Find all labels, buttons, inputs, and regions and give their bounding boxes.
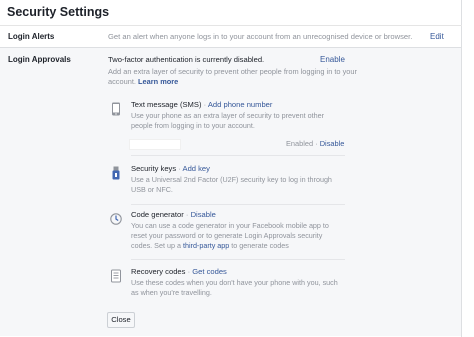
- add-key-link[interactable]: Add key: [183, 164, 210, 173]
- code-generator-description: You can use a code generator in your Fac…: [131, 221, 343, 251]
- method-divider: [131, 155, 345, 156]
- two-factor-status: Two-factor authentication is currently d…: [108, 55, 265, 64]
- right-margin: [463, 0, 474, 337]
- security-keys-title: Security keys: [131, 164, 177, 173]
- separator-dot: ·: [185, 210, 189, 219]
- code-generator-description-tail: to generate codes: [231, 241, 289, 250]
- method-divider: [131, 259, 345, 260]
- method-divider: [131, 204, 345, 205]
- security-keys-description: Use a Universal 2nd Factor (U2F) securit…: [131, 175, 332, 194]
- learn-more-link[interactable]: Learn more: [138, 77, 178, 86]
- recovery-codes-icon: [111, 269, 121, 283]
- close-button[interactable]: Close: [107, 312, 135, 328]
- sms-description: Use your phone as an extra layer of secu…: [131, 111, 324, 130]
- security-keys-heading: Security keys · Add key: [131, 164, 210, 173]
- code-generator-description-text: You can use a code generator in your Fac…: [131, 221, 329, 250]
- sms-enabled-text: Enabled: [286, 139, 314, 148]
- add-phone-number-link[interactable]: Add phone number: [208, 100, 273, 109]
- recovery-codes-heading: Recovery codes · Get codes: [131, 267, 227, 276]
- title-divider: [0, 25, 462, 26]
- code-generator-heading: Code generator · Disable: [131, 210, 216, 219]
- phone-icon: [112, 102, 120, 116]
- recovery-codes-title: Recovery codes: [131, 267, 186, 276]
- method-security-keys: Security keys · Add key Use a Universal …: [110, 164, 345, 200]
- code-generator-icon: [110, 213, 122, 225]
- recovery-codes-description: Use these codes when you don't have your…: [131, 278, 338, 297]
- sms-disable-link[interactable]: Disable: [320, 139, 345, 148]
- separator-dot: ·: [315, 139, 318, 148]
- security-settings-panel: Security Settings Login Alerts Get an al…: [0, 0, 462, 337]
- login-approvals-intro: Add an extra layer of security to preven…: [108, 67, 358, 87]
- login-alerts-label: Login Alerts: [8, 32, 55, 41]
- code-generator-title: Code generator: [131, 210, 184, 219]
- separator-dot: ·: [187, 267, 191, 276]
- sms-heading: Text message (SMS) · Add phone number: [131, 100, 272, 109]
- enable-link[interactable]: Enable: [320, 55, 345, 64]
- separator-dot: ·: [203, 100, 207, 109]
- phone-number-placeholder: [129, 139, 181, 150]
- method-recovery-codes: Recovery codes · Get codes Use these cod…: [110, 267, 345, 303]
- method-code-generator: Code generator · Disable You can use a c…: [110, 210, 345, 254]
- sms-status: Enabled · Disable: [286, 139, 344, 148]
- sms-title: Text message (SMS): [131, 100, 202, 109]
- login-alerts-edit-link[interactable]: Edit: [430, 32, 444, 41]
- login-approvals-section: Login Approvals Two-factor authenticatio…: [0, 47, 461, 336]
- login-approvals-label: Login Approvals: [8, 55, 71, 64]
- usb-key-icon: [112, 166, 120, 180]
- code-generator-disable-link[interactable]: Disable: [191, 210, 216, 219]
- page-title: Security Settings: [7, 5, 110, 19]
- login-alerts-description: Get an alert when anyone logs in to your…: [108, 32, 413, 41]
- third-party-app-link[interactable]: third-party app: [183, 241, 229, 250]
- get-codes-link[interactable]: Get codes: [192, 267, 227, 276]
- separator-dot: ·: [178, 164, 181, 173]
